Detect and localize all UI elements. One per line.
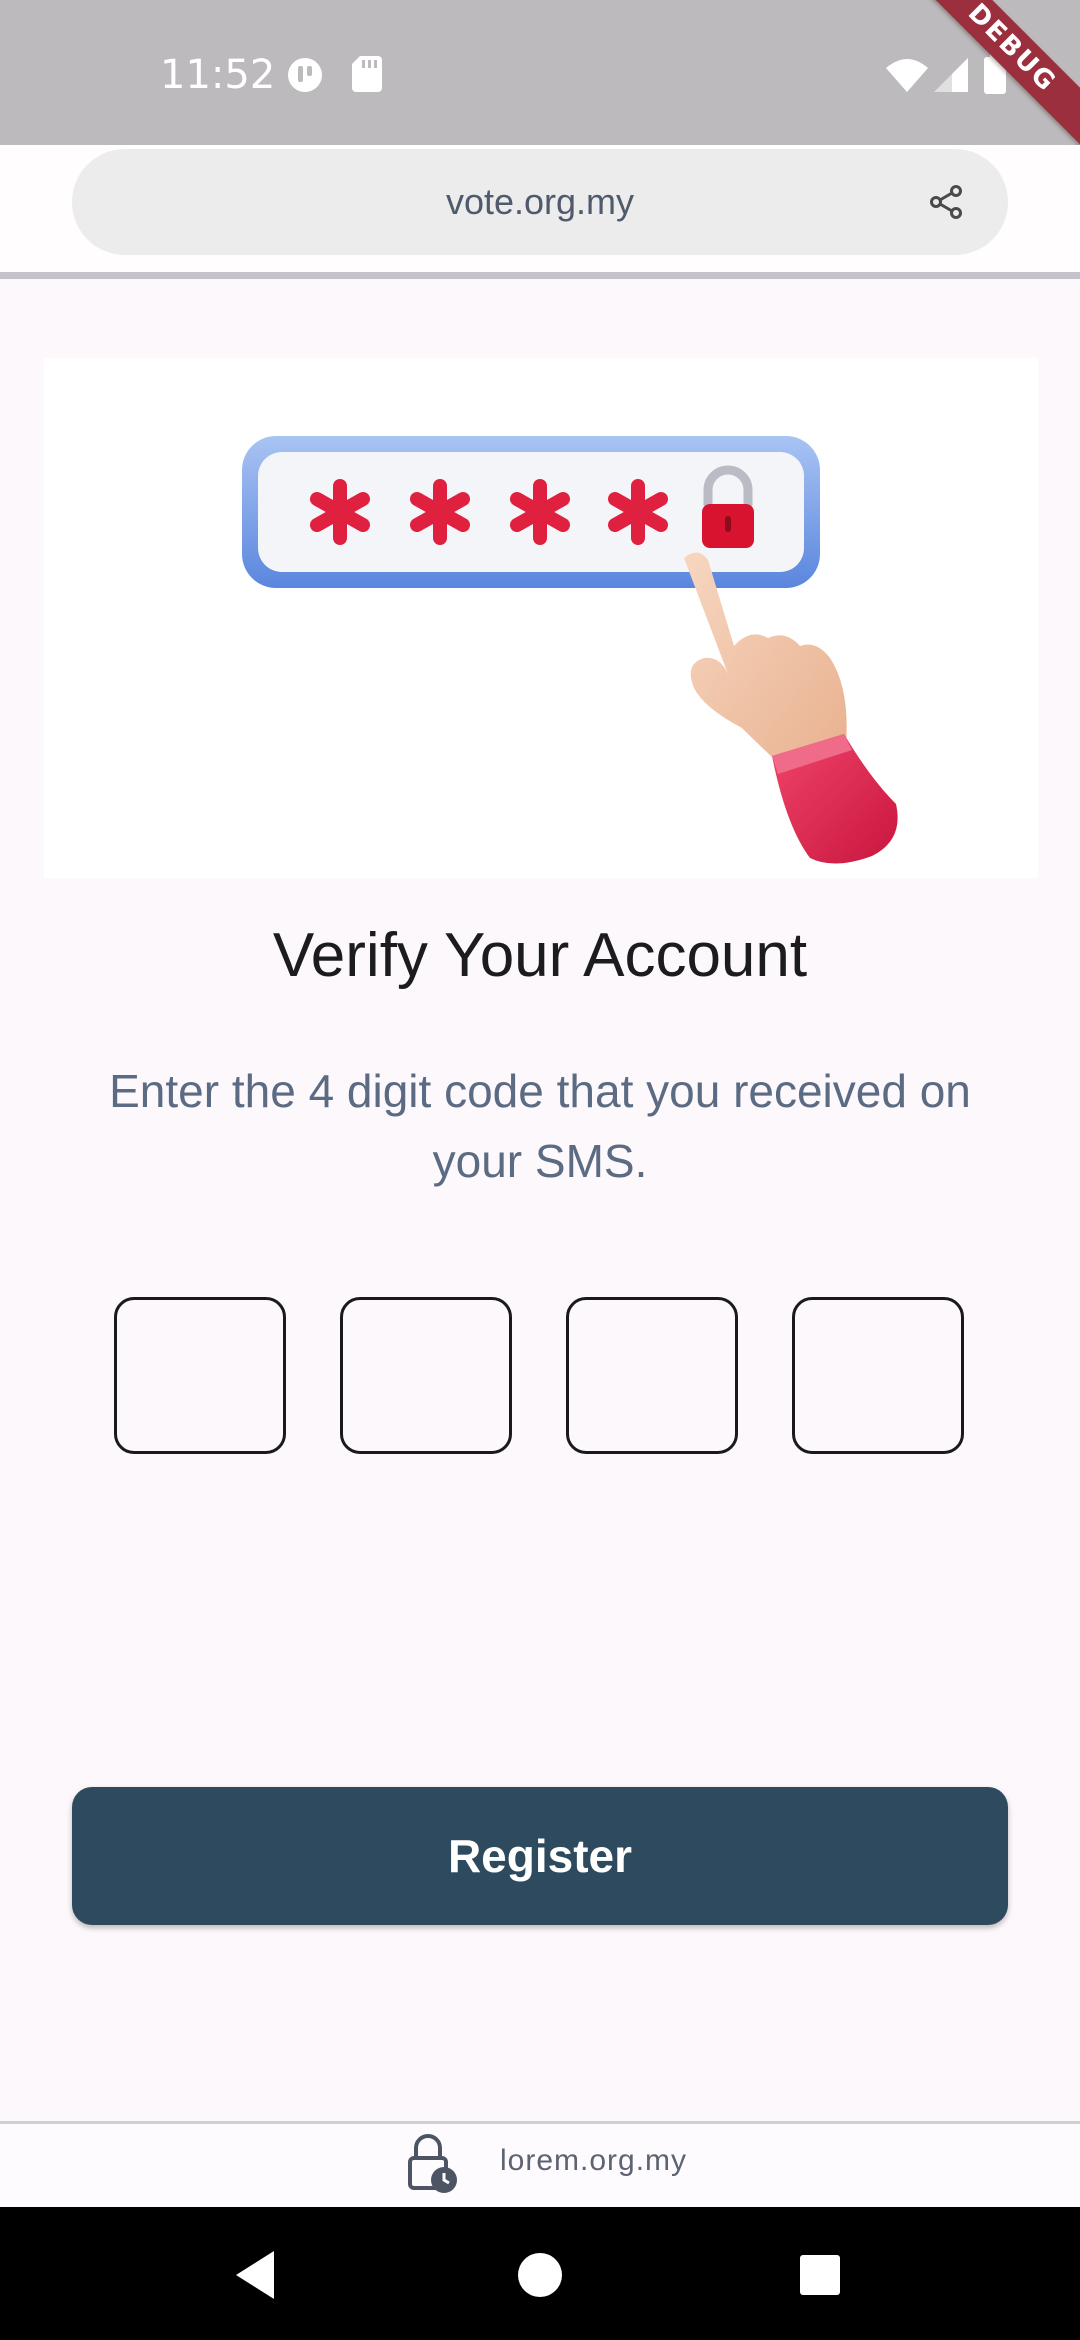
page-title: Verify Your Account: [272, 921, 808, 990]
otp-digit-4[interactable]: [792, 1297, 964, 1454]
status-time: 11:52: [160, 52, 276, 98]
home-button[interactable]: [470, 2207, 610, 2340]
data-saver-icon: [286, 56, 324, 99]
sd-card-icon: [352, 56, 382, 97]
url-bar[interactable]: vote.org.my: [72, 149, 1008, 255]
wifi-icon: [886, 58, 928, 97]
footer-domain: lorem.org.my: [500, 2144, 688, 2177]
toolbar-divider: [0, 272, 1080, 279]
lock-clock-icon: [404, 2132, 460, 2201]
page-subtitle: Enter the 4 digit code that you received…: [109, 1065, 971, 1187]
home-icon: [470, 2253, 610, 2340]
register-button[interactable]: Register: [72, 1787, 1008, 1925]
status-bar: 11:52 DEBUG: [0, 0, 1080, 155]
browser-toolbar: vote.org.my: [0, 145, 1080, 275]
system-nav-bar: [0, 2207, 1080, 2340]
signal-icon: [934, 58, 968, 97]
otp-digit-1[interactable]: [114, 1297, 286, 1454]
back-button[interactable]: [186, 2207, 326, 2340]
otp-digit-2[interactable]: [340, 1297, 512, 1454]
otp-digit-3[interactable]: [566, 1297, 738, 1454]
footer: lorem.org.my: [0, 2124, 1080, 2207]
recents-icon: [750, 2255, 890, 2340]
back-icon: [186, 2251, 326, 2340]
password-illustration: [44, 358, 1038, 878]
url-text: vote.org.my: [445, 181, 635, 222]
recents-button[interactable]: [750, 2207, 890, 2340]
share-icon[interactable]: [928, 184, 964, 225]
